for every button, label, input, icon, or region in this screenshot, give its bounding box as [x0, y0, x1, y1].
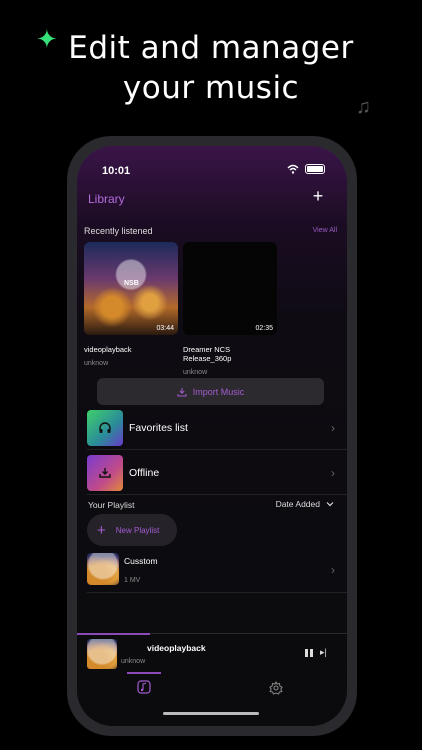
- import-music-label: Import Music: [192, 386, 245, 397]
- chevron-right-icon: ›: [331, 563, 335, 577]
- divider: [87, 494, 347, 495]
- music-note-icon: ♫: [356, 96, 371, 118]
- next-track-button[interactable]: ▸|: [320, 647, 327, 658]
- recent-artist: unknow: [84, 360, 109, 367]
- new-playlist-button[interactable]: + New Playlist: [87, 514, 177, 546]
- playlist-row[interactable]: Cusstom 1 MV ›: [87, 553, 339, 587]
- now-playing-artist: unknow: [121, 658, 146, 665]
- playback-progress-bar[interactable]: [77, 633, 150, 635]
- recent-thumbnail: NSB 03:44: [84, 242, 178, 335]
- recent-card[interactable]: 02:35 Dreamer NCS Release_360p unknow: [183, 242, 277, 376]
- offline-tile: [87, 455, 123, 491]
- import-music-button[interactable]: Import Music: [97, 378, 324, 405]
- pause-button[interactable]: [305, 649, 313, 657]
- divider: [87, 449, 347, 450]
- chevron-down-icon: [326, 502, 334, 507]
- playlist-name: Cusstom: [124, 556, 158, 566]
- sort-dropdown[interactable]: Date Added: [276, 499, 334, 509]
- recent-thumbnail: 02:35: [183, 242, 277, 335]
- app-screen: 10:01 Library + Recently listened View A…: [77, 146, 347, 726]
- add-button[interactable]: +: [309, 187, 327, 205]
- recent-title: Dreamer NCS Release_360p: [183, 345, 232, 363]
- favorites-list-label: Favorites list: [129, 422, 188, 434]
- now-playing-thumbnail: [87, 639, 117, 669]
- recent-card[interactable]: NSB 03:44 videoplayback unknow: [84, 242, 178, 367]
- battery-icon: [305, 164, 325, 174]
- promo-headline: Edit and manager your music: [68, 30, 354, 106]
- tab-bar: [77, 672, 347, 726]
- wifi-icon: [287, 164, 299, 174]
- favorites-tile: [87, 410, 123, 446]
- download-icon: [177, 387, 187, 396]
- music-library-icon[interactable]: [137, 680, 151, 694]
- new-playlist-label: New Playlist: [115, 525, 160, 535]
- playlist-thumbnail: [87, 553, 119, 585]
- plus-icon: +: [97, 521, 106, 539]
- view-all-link[interactable]: View All: [313, 227, 337, 234]
- recent-artist: unknow: [183, 369, 208, 376]
- now-playing-title: videoplayback: [147, 643, 206, 653]
- mini-player[interactable]: videoplayback unknow ▸|: [77, 633, 347, 671]
- thumbnail-logo: NSB: [124, 280, 139, 287]
- offline-download-icon: [99, 468, 111, 478]
- chevron-right-icon: ›: [331, 421, 335, 435]
- offline-row[interactable]: Offline ›: [87, 455, 339, 491]
- active-tab-indicator: [127, 672, 161, 674]
- sort-label: Date Added: [275, 499, 320, 509]
- home-indicator: [163, 712, 259, 715]
- headphones-icon: [99, 422, 111, 433]
- favorites-list-row[interactable]: Favorites list ›: [87, 410, 339, 446]
- status-time: 10:01: [102, 165, 131, 177]
- divider: [87, 592, 347, 593]
- phone-frame: 10:01 Library + Recently listened View A…: [67, 136, 357, 736]
- gear-icon[interactable]: [269, 681, 283, 695]
- recent-title: videoplayback: [84, 345, 132, 354]
- chevron-right-icon: ›: [331, 466, 335, 480]
- offline-label: Offline: [129, 467, 160, 479]
- status-icons: [287, 164, 325, 174]
- duration-badge: 03:44: [156, 325, 174, 332]
- page-title: Library: [88, 192, 125, 206]
- recently-listened-heading: Recently listened: [84, 226, 153, 236]
- your-playlist-heading: Your Playlist: [88, 500, 135, 510]
- sparkle-icon: ✦: [36, 24, 58, 54]
- duration-badge: 02:35: [255, 325, 273, 332]
- playlist-count: 1 MV: [124, 577, 141, 584]
